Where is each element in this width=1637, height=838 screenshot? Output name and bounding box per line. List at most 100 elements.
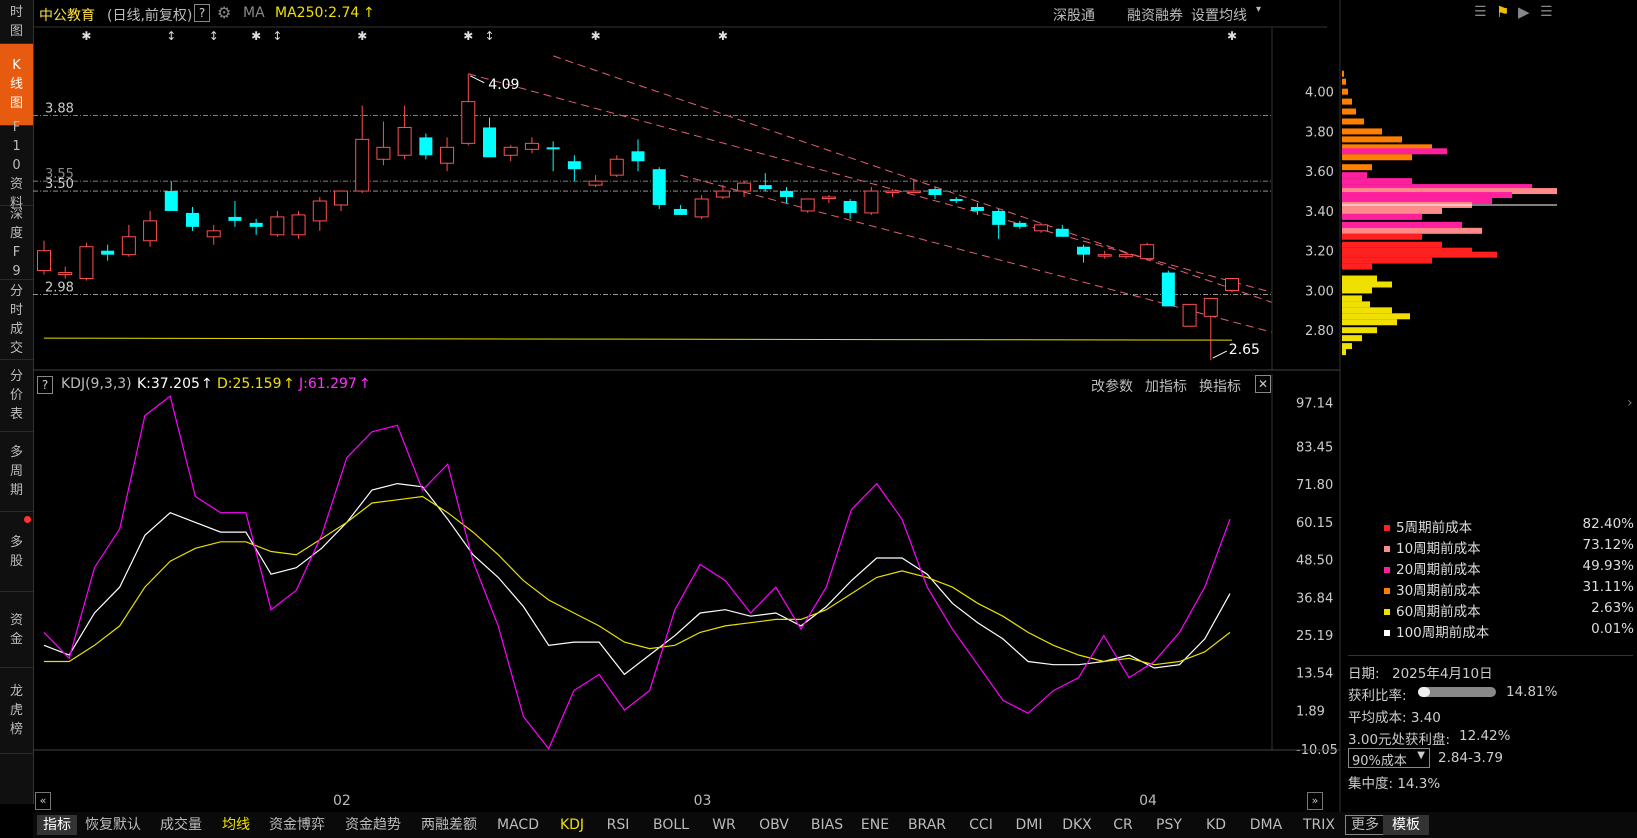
play-icon[interactable]: ▶	[1518, 3, 1530, 21]
candle-body	[588, 180, 603, 186]
candle-body	[143, 220, 158, 242]
candle-body	[694, 198, 709, 218]
candle	[780, 187, 793, 203]
candle-body	[440, 146, 455, 164]
candle	[800, 198, 815, 213]
candle	[440, 137, 455, 172]
tab-item[interactable]: KD	[1193, 815, 1239, 835]
tab-item[interactable]: WR	[701, 815, 747, 835]
tab-item[interactable]: KDJ	[549, 815, 595, 835]
tab-item[interactable]: 指标	[37, 815, 77, 835]
candle	[1097, 250, 1112, 259]
legend-value: 73.12%	[1582, 537, 1634, 553]
candle-body	[1034, 224, 1049, 232]
switch-indicator-button[interactable]: 换指标	[1199, 376, 1241, 396]
event-marker-icon: ✱	[1227, 29, 1237, 43]
tab-item[interactable]: CR	[1101, 815, 1145, 835]
tab-item[interactable]: OBV	[747, 815, 801, 835]
tab-item[interactable]: 均线	[213, 815, 259, 835]
candle	[609, 155, 624, 178]
candle	[334, 190, 348, 211]
candle	[1118, 252, 1133, 259]
tab-item[interactable]: 更多	[1345, 815, 1385, 835]
tab-item[interactable]: 资金趋势	[335, 815, 411, 835]
candle	[524, 137, 539, 154]
indicator-help-button[interactable]: ?	[37, 376, 53, 394]
candle-body	[186, 212, 199, 227]
legend-value: 2.63%	[1591, 600, 1634, 616]
tab-item[interactable]: ENE	[853, 815, 897, 835]
list-icon[interactable]: ☰	[1474, 4, 1487, 20]
add-indicator-button[interactable]: 加指标	[1145, 376, 1187, 396]
indicator-name[interactable]: KDJ(9,3,3)	[61, 376, 132, 392]
price-chart[interactable]: 4.003.803.603.403.203.002.803.883.553.50…	[33, 29, 1334, 361]
tab-item[interactable]: 资金博弈	[259, 815, 335, 835]
candle	[58, 266, 73, 279]
candle	[843, 199, 857, 219]
tab-item[interactable]: DMI	[1005, 815, 1053, 835]
cost-range-select[interactable]: 90%成本 ▼	[1348, 748, 1430, 769]
kdj-chart[interactable]: 97.14 83.45 71.80 60.15 48.50 36.84 25.19 13.54…	[43, 395, 1338, 758]
reference-line-label: 2.98	[45, 280, 74, 295]
tab-item[interactable]: BOLL	[641, 815, 701, 835]
y-tick-label: 71.80	[1296, 478, 1333, 493]
profit-ratio-value: 14.81%	[1506, 684, 1558, 700]
y-tick-label: 3.00	[1305, 284, 1334, 299]
change-params-button[interactable]: 改参数	[1091, 376, 1133, 396]
legend-value: 49.93%	[1582, 558, 1634, 574]
reference-line-label: 3.50	[45, 177, 74, 192]
candle	[694, 195, 709, 219]
tab-item[interactable]: DKX	[1053, 815, 1101, 835]
x-tick-label: 02	[333, 793, 351, 809]
legend-swatch	[1384, 588, 1390, 594]
tab-item[interactable]: DMA	[1239, 815, 1293, 835]
candle	[992, 208, 1006, 239]
reference-line-label: 3.88	[45, 102, 74, 117]
candle	[673, 204, 687, 215]
candle	[186, 206, 199, 231]
chevron-down-icon: ▼	[1417, 750, 1425, 761]
tab-item[interactable]: TRIX	[1293, 815, 1345, 835]
candle-body	[780, 191, 793, 198]
y-tick-label: 3.40	[1305, 205, 1334, 220]
candle	[1013, 220, 1027, 229]
divider	[1348, 655, 1633, 656]
candle-body	[949, 199, 963, 201]
scroll-left-icon[interactable]: «	[35, 792, 51, 810]
candle	[206, 224, 221, 245]
close-icon[interactable]: ✕	[1255, 375, 1271, 393]
tab-item[interactable]: CCI	[957, 815, 1005, 835]
kdj-k-value: K:37.205	[137, 376, 200, 392]
chart-frame	[33, 0, 1341, 812]
tab-item[interactable]: BIAS	[801, 815, 853, 835]
tab-item[interactable]: 恢复默认	[77, 815, 149, 835]
chip-bar	[1342, 70, 1344, 77]
tab-item[interactable]: MACD	[487, 815, 549, 835]
candle	[1203, 297, 1218, 361]
event-marker-icon: ✱	[251, 29, 261, 43]
tab-item[interactable]: PSY	[1145, 815, 1193, 835]
expand-arrow-icon[interactable]: ›	[1627, 395, 1633, 411]
menu-icon[interactable]: ☰	[1540, 4, 1553, 20]
cost-range-select-value: 90%成本	[1352, 754, 1407, 769]
event-marker-icon: ✱	[357, 29, 367, 43]
low-annotation: 2.65	[1229, 342, 1260, 358]
legend-item: 100周期前成本 0.01%	[1384, 621, 1634, 641]
scroll-right-icon[interactable]: »	[1307, 792, 1323, 810]
concentration: 集中度: 14.3%	[1348, 776, 1441, 792]
candle-body	[1182, 303, 1197, 327]
tab-item[interactable]: RSI	[595, 815, 641, 835]
candle-body	[567, 161, 581, 170]
tab-item[interactable]: 模板	[1383, 815, 1429, 835]
candle-body	[1140, 244, 1155, 260]
candle	[291, 210, 306, 239]
tab-item[interactable]: 两融差额	[411, 815, 487, 835]
event-marker-icon: ↕	[485, 29, 495, 43]
candle-body	[121, 236, 136, 256]
up-arrow-icon: ↑	[283, 376, 295, 392]
chip-flag-icon[interactable]: ⚑	[1496, 3, 1509, 21]
candle-body	[1225, 278, 1239, 291]
tab-item[interactable]: 成交量	[149, 815, 213, 835]
tab-item[interactable]: BRAR	[897, 815, 957, 835]
candle	[483, 117, 496, 158]
